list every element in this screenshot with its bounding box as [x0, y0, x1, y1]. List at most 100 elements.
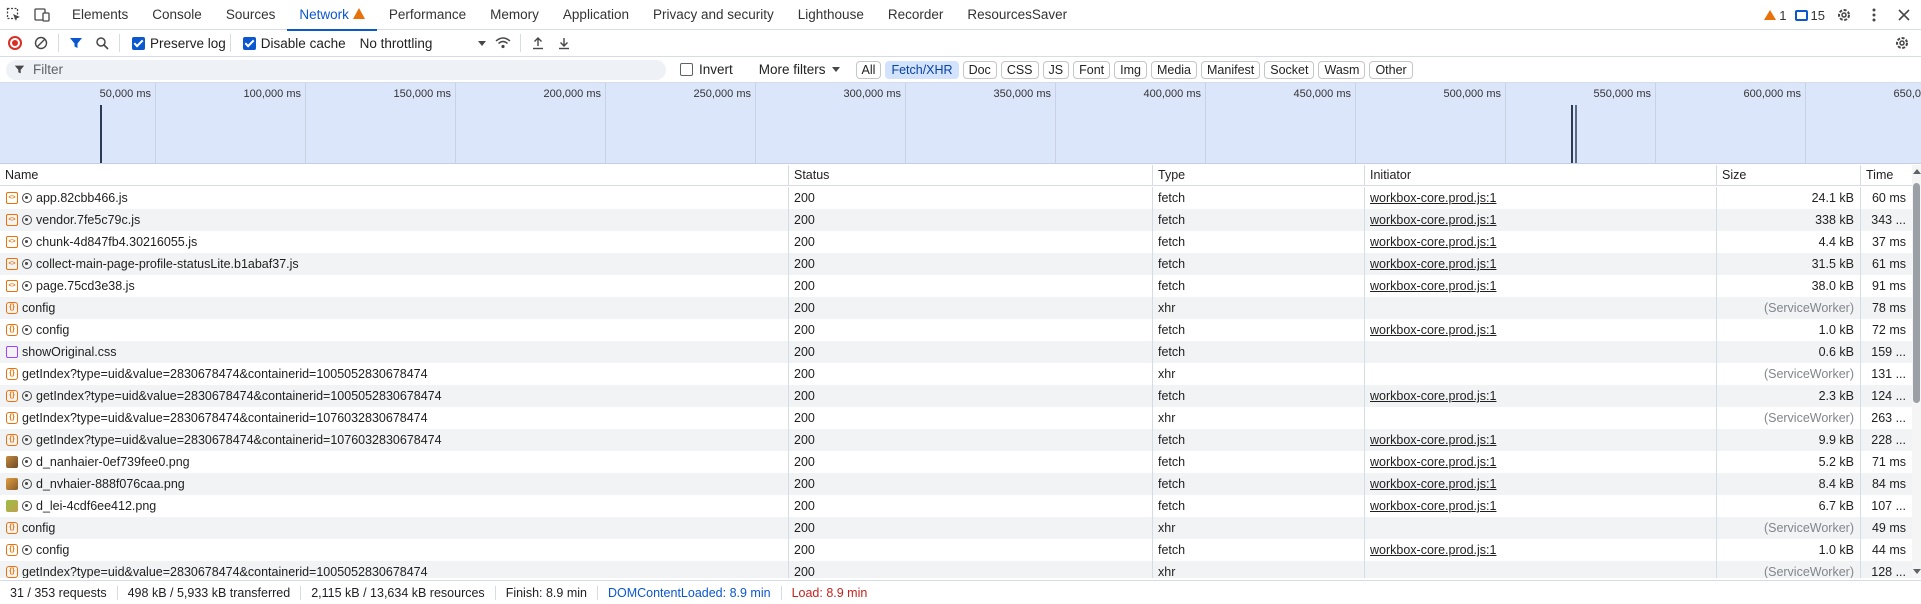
scroll-thumb[interactable] [1913, 183, 1920, 403]
tab-application[interactable]: Application [551, 0, 641, 30]
filter-input[interactable]: Filter [6, 59, 666, 80]
request-name-cell[interactable]: d_nanhaier-0ef739fee0.png [0, 451, 788, 473]
tab-privacy-and-security[interactable]: Privacy and security [641, 0, 786, 30]
request-name-cell[interactable]: <> page.75cd3e38.js [0, 275, 788, 297]
tab-recorder[interactable]: Recorder [876, 0, 956, 30]
preserve-log-checkbox[interactable]: Preserve log [132, 36, 226, 51]
filter-type-img[interactable]: Img [1114, 60, 1147, 79]
filter-type-css[interactable]: CSS [1000, 60, 1039, 79]
filter-type-js[interactable]: JS [1042, 60, 1070, 79]
table-row[interactable]: {} config 200 xhr (ServiceWorker) 78 ms [0, 297, 1912, 319]
invert-checkbox[interactable]: Invert [680, 62, 733, 77]
initiator-link[interactable]: workbox-core.prod.js:1 [1370, 323, 1496, 337]
filter-type-doc[interactable]: Doc [962, 60, 997, 79]
import-har-button[interactable] [525, 30, 551, 56]
request-name-cell[interactable]: {} config [0, 297, 788, 319]
table-row[interactable]: <> collect-main-page-profile-statusLite.b… [0, 253, 1912, 275]
initiator-cell[interactable]: workbox-core.prod.js:1 [1364, 473, 1716, 495]
throttling-select[interactable]: No throttling [360, 36, 487, 51]
inspect-element-icon[interactable] [0, 1, 28, 29]
table-row[interactable]: {} config 200 xhr (ServiceWorker) 49 ms [0, 517, 1912, 539]
initiator-link[interactable]: workbox-core.prod.js:1 [1370, 279, 1496, 293]
initiator-cell[interactable]: workbox-core.prod.js:1 [1364, 231, 1716, 253]
initiator-cell[interactable]: workbox-core.prod.js:1 [1364, 319, 1716, 341]
initiator-link[interactable]: workbox-core.prod.js:1 [1370, 543, 1496, 557]
initiator-cell[interactable]: workbox-core.prod.js:1 [1364, 495, 1716, 517]
initiator-cell[interactable]: workbox-core.prod.js:1 [1364, 275, 1716, 297]
tab-elements[interactable]: Elements [60, 0, 140, 30]
filter-type-manifest[interactable]: Manifest [1201, 60, 1261, 79]
tab-resourcessaver[interactable]: ResourcesSaver [955, 0, 1079, 30]
search-button[interactable] [89, 30, 115, 56]
timeline-overview[interactable]: 50,000 ms 100,000 ms 150,000 ms 200,000 ms 2… [0, 83, 1921, 164]
table-row[interactable]: {} getIndex?type=uid&value=2830678474&con… [0, 363, 1912, 385]
request-name-cell[interactable]: {} config [0, 517, 788, 539]
request-name-cell[interactable]: {} getIndex?type=uid&value=2830678474&con… [0, 407, 788, 429]
record-button[interactable] [2, 30, 28, 56]
table-row[interactable]: d_lei-4cdf6ee412.png 200 fetch workbox-core… [0, 495, 1912, 517]
disable-cache-checkbox[interactable]: Disable cache [242, 36, 346, 51]
request-name-cell[interactable]: showOriginal.css [0, 341, 788, 363]
column-header-time[interactable]: Time [1860, 165, 1912, 186]
table-row[interactable]: showOriginal.css 200 fetch 0.6 kB 159 ... [0, 341, 1912, 363]
table-row[interactable]: <> app.82cbb466.js 200 fetch workbox-core.pr… [0, 187, 1912, 209]
request-name-cell[interactable]: <> vendor.7fe5c79c.js [0, 209, 788, 231]
network-settings-button[interactable] [1889, 30, 1915, 56]
initiator-cell[interactable]: workbox-core.prod.js:1 [1364, 429, 1716, 451]
tab-network[interactable]: Network [287, 0, 377, 31]
table-row[interactable]: <> vendor.7fe5c79c.js 200 fetch workbox-core… [0, 209, 1912, 231]
more-options-icon[interactable] [1863, 4, 1885, 26]
table-row[interactable]: <> chunk-4d847fb4.30216055.js 200 fetch work… [0, 231, 1912, 253]
table-row[interactable]: <> page.75cd3e38.js 200 fetch workbox-core.p… [0, 275, 1912, 297]
clear-button[interactable] [28, 30, 54, 56]
table-row[interactable]: {} getIndex?type=uid&value=2830678474&con… [0, 407, 1912, 429]
request-name-cell[interactable]: {} config [0, 539, 788, 561]
request-name-cell[interactable]: d_nvhaier-888f076caa.png [0, 473, 788, 495]
table-row[interactable]: {} config 200 fetch workbox-core.prod.js:1 1.… [0, 319, 1912, 341]
request-name-cell[interactable]: <> chunk-4d847fb4.30216055.js [0, 231, 788, 253]
request-name-cell[interactable]: {} getIndex?type=uid&value=2830678474&con… [0, 385, 788, 407]
column-header-name[interactable]: Name [0, 165, 788, 186]
initiator-cell[interactable]: workbox-core.prod.js:1 [1364, 385, 1716, 407]
table-row[interactable]: {} getIndex?type=uid&value=2830678474&con… [0, 385, 1912, 407]
initiator-cell[interactable]: workbox-core.prod.js:1 [1364, 539, 1716, 561]
filter-type-font[interactable]: Font [1073, 60, 1111, 79]
filter-type-socket[interactable]: Socket [1264, 60, 1315, 79]
more-filters-dropdown[interactable]: More filters [759, 62, 840, 77]
export-har-button[interactable] [551, 30, 577, 56]
initiator-link[interactable]: workbox-core.prod.js:1 [1370, 455, 1496, 469]
request-name-cell[interactable]: d_lei-4cdf6ee412.png [0, 495, 788, 517]
filter-type-media[interactable]: Media [1150, 60, 1198, 79]
network-conditions-button[interactable] [490, 30, 516, 56]
settings-gear-icon[interactable] [1833, 4, 1855, 26]
tab-lighthouse[interactable]: Lighthouse [786, 0, 876, 30]
request-name-cell[interactable]: {} getIndex?type=uid&value=2830678474&con… [0, 561, 788, 578]
request-name-cell[interactable]: {} config [0, 319, 788, 341]
initiator-link[interactable]: workbox-core.prod.js:1 [1370, 235, 1496, 249]
table-row[interactable]: {} getIndex?type=uid&value=2830678474&con… [0, 429, 1912, 451]
initiator-link[interactable]: workbox-core.prod.js:1 [1370, 477, 1496, 491]
initiator-cell[interactable]: workbox-core.prod.js:1 [1364, 209, 1716, 231]
filter-type-fetch-xhr[interactable]: Fetch/XHR [885, 60, 959, 79]
column-header-type[interactable]: Type [1152, 165, 1364, 186]
column-header-initiator[interactable]: Initiator [1364, 165, 1716, 186]
column-header-status[interactable]: Status [788, 165, 1152, 186]
request-name-cell[interactable]: <> collect-main-page-profile-statusLite.b… [0, 253, 788, 275]
filter-type-wasm[interactable]: Wasm [1318, 60, 1366, 79]
request-name-cell[interactable]: {} getIndex?type=uid&value=2830678474&con… [0, 429, 788, 451]
initiator-cell[interactable]: workbox-core.prod.js:1 [1364, 451, 1716, 473]
request-name-cell[interactable]: {} getIndex?type=uid&value=2830678474&con… [0, 363, 788, 385]
initiator-link[interactable]: workbox-core.prod.js:1 [1370, 213, 1496, 227]
initiator-link[interactable]: workbox-core.prod.js:1 [1370, 433, 1496, 447]
device-toolbar-icon[interactable] [28, 1, 56, 29]
table-scrollbar[interactable] [1912, 165, 1921, 578]
close-devtools-icon[interactable] [1893, 4, 1915, 26]
initiator-link[interactable]: workbox-core.prod.js:1 [1370, 499, 1496, 513]
initiator-link[interactable]: workbox-core.prod.js:1 [1370, 191, 1496, 205]
tab-console[interactable]: Console [140, 0, 214, 30]
table-row[interactable]: {} getIndex?type=uid&value=2830678474&con… [0, 561, 1912, 578]
table-row[interactable]: {} config 200 fetch workbox-core.prod.js:1 1.… [0, 539, 1912, 561]
tab-memory[interactable]: Memory [478, 0, 551, 30]
filter-type-other[interactable]: Other [1369, 60, 1413, 79]
initiator-cell[interactable]: workbox-core.prod.js:1 [1364, 187, 1716, 209]
